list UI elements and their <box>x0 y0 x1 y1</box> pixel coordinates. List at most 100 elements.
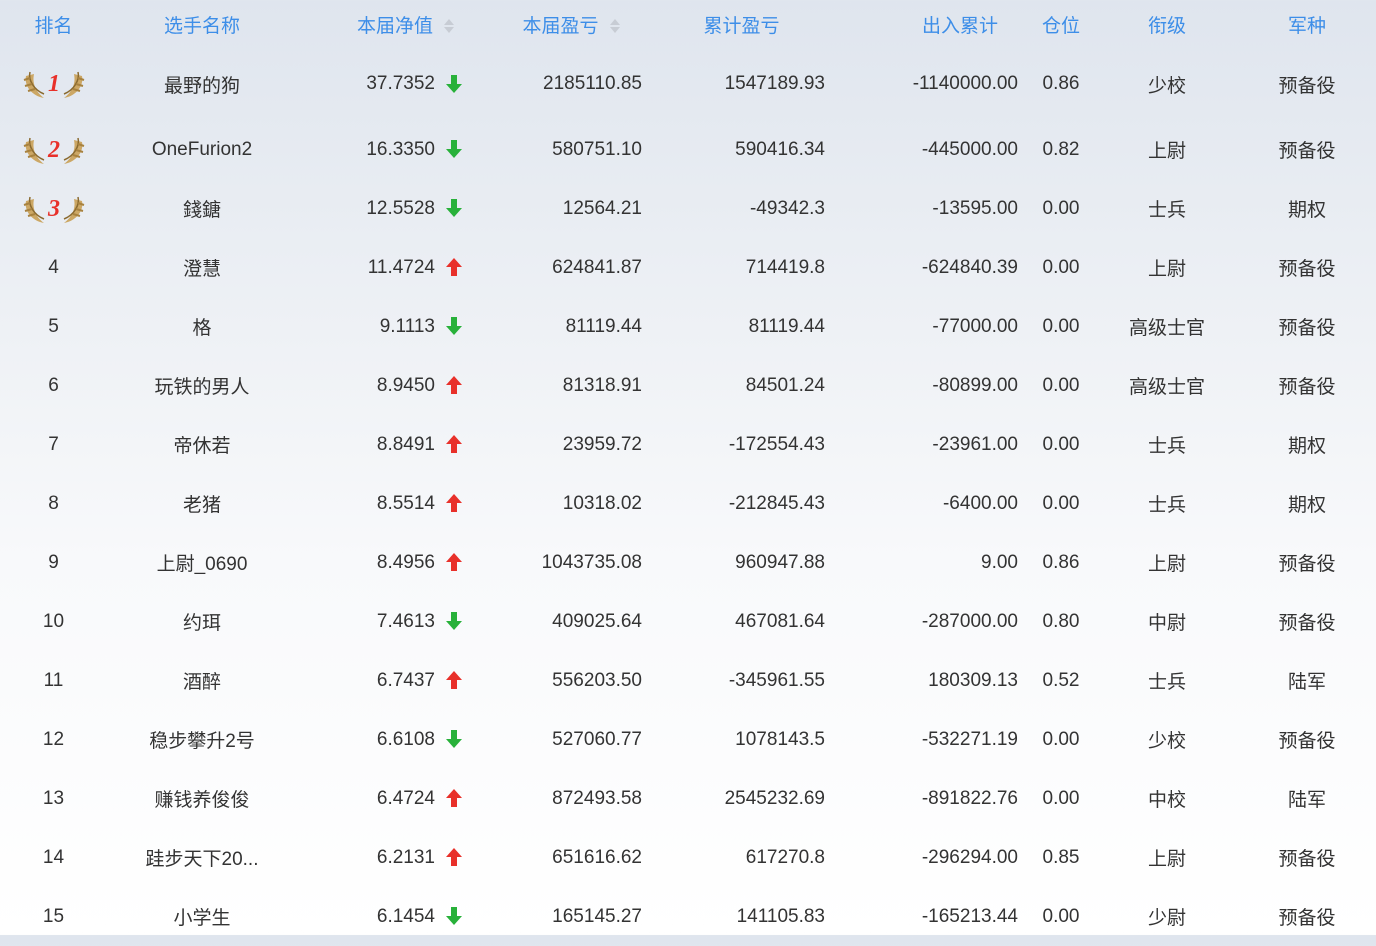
arrow-down-icon <box>445 74 465 94</box>
header-cum-profit[interactable]: 累计盈亏 <box>650 0 833 48</box>
header-grade[interactable]: 衔级 <box>1096 0 1238 48</box>
profit-cell: 624841.87 <box>552 256 642 278</box>
table-row: 10 约珥 7.4613 409025.64 467081.64 -287000… <box>0 592 1376 651</box>
profit-cell: 2185110.85 <box>543 73 642 94</box>
net-value: 6.1454 <box>376 905 435 927</box>
header-net-value[interactable]: 本届净值 <box>297 0 475 48</box>
rank-cell: 10 <box>42 610 65 632</box>
player-name[interactable]: 约珥 <box>107 592 297 651</box>
grade-cell: 高级士官 <box>1128 377 1205 398</box>
cum-io-cell: -891822.76 <box>921 787 1018 809</box>
net-value: 12.5528 <box>366 197 435 219</box>
rank-cell: 2 <box>0 120 107 179</box>
cum-io-cell: -445000.00 <box>921 138 1018 160</box>
profit-cell: 10318.02 <box>562 492 642 514</box>
cum-io-cell: -77000.00 <box>932 315 1018 337</box>
position-cell: 0.86 <box>1042 73 1080 94</box>
player-name[interactable]: 最野的狗 <box>107 48 297 120</box>
player-name[interactable]: OneFurion2 <box>107 120 297 179</box>
sort-icon[interactable] <box>443 17 455 35</box>
position-cell: 0.80 <box>1042 610 1080 632</box>
rank-cell: 14 <box>42 846 65 868</box>
profit-cell: 81119.44 <box>565 315 642 337</box>
position-cell: 0.00 <box>1042 256 1080 278</box>
grade-cell: 少校 <box>1147 75 1186 97</box>
net-value-cell: 16.3350 <box>297 120 475 179</box>
player-name[interactable]: 跬步天下20... <box>107 828 297 887</box>
grade-cell: 高级士官 <box>1128 318 1205 339</box>
laurel-medal-icon: 1 <box>22 64 86 104</box>
player-name[interactable]: 上尉_0690 <box>107 533 297 592</box>
rank-cell: 6 <box>48 374 59 396</box>
player-name[interactable]: 小学生 <box>107 887 297 946</box>
player-name[interactable]: 玩铁的男人 <box>107 356 297 415</box>
header-rank[interactable]: 排名 <box>0 0 107 48</box>
header-position[interactable]: 仓位 <box>1026 0 1096 48</box>
header-profit-label: 本届盈亏 <box>522 15 599 37</box>
net-value-cell: 7.4613 <box>297 592 475 651</box>
arrow-down-icon <box>445 906 465 926</box>
rank-cell: 15 <box>42 905 65 927</box>
cum-profit-cell: 84501.24 <box>745 374 825 396</box>
net-value-cell: 37.7352 <box>297 48 475 120</box>
table-row: 11 酒醉 6.7437 556203.50 -345961.55 180309… <box>0 651 1376 710</box>
table-row: 4 澄慧 11.4724 624841.87 714419.8 -624840.… <box>0 238 1376 297</box>
net-value: 8.8491 <box>376 433 435 455</box>
player-name[interactable]: 錢鎕 <box>107 179 297 238</box>
header-branch[interactable]: 军种 <box>1238 0 1376 48</box>
player-name[interactable]: 格 <box>107 297 297 356</box>
svg-text:2: 2 <box>47 137 60 163</box>
net-value: 6.2131 <box>376 846 435 868</box>
table-row: 13 赚钱养俊俊 6.4724 872493.58 2545232.69 -89… <box>0 769 1376 828</box>
table-row: 6 玩铁的男人 8.9450 81318.91 84501.24 -80899.… <box>0 356 1376 415</box>
grade-cell: 上尉 <box>1147 259 1186 280</box>
net-value-cell: 8.4956 <box>297 533 475 592</box>
cum-profit-cell: -172554.43 <box>728 433 825 455</box>
player-name[interactable]: 赚钱养俊俊 <box>107 769 297 828</box>
player-name[interactable]: 稳步攀升2号 <box>107 710 297 769</box>
cum-profit-cell: -345961.55 <box>728 669 825 691</box>
position-cell: 0.85 <box>1042 846 1080 868</box>
net-value: 8.4956 <box>376 551 435 573</box>
grade-cell: 上尉 <box>1147 141 1186 162</box>
header-name[interactable]: 选手名称 <box>107 0 297 48</box>
profit-cell: 556203.50 <box>552 669 642 691</box>
player-name[interactable]: 老猪 <box>107 474 297 533</box>
player-name[interactable]: 酒醉 <box>107 651 297 710</box>
player-name[interactable]: 澄慧 <box>107 238 297 297</box>
rank-cell: 1 <box>0 48 107 120</box>
position-cell: 0.00 <box>1042 492 1080 514</box>
table-row: 1 最野的狗 37.7352 2185110.85 1547189.93 -11… <box>0 48 1376 120</box>
table-row: 12 稳步攀升2号 6.6108 527060.77 1078143.5 -53… <box>0 710 1376 769</box>
grade-cell: 少尉 <box>1147 908 1186 929</box>
sort-icon[interactable] <box>609 17 621 35</box>
table-row: 14 跬步天下20... 6.2131 651616.62 617270.8 -… <box>0 828 1376 887</box>
net-value: 6.4724 <box>376 787 435 809</box>
cum-io-cell: -1140000.00 <box>912 73 1018 94</box>
arrow-up-icon <box>445 670 465 690</box>
header-profit[interactable]: 本届盈亏 <box>475 0 650 48</box>
position-cell: 0.00 <box>1042 197 1080 219</box>
header-cum-io[interactable]: 出入累计 <box>833 0 1026 48</box>
grade-cell: 上尉 <box>1147 849 1186 870</box>
net-value: 8.5514 <box>376 492 435 514</box>
profit-cell: 651616.62 <box>552 846 642 868</box>
rank-cell: 7 <box>48 433 59 455</box>
profit-cell: 527060.77 <box>552 728 642 750</box>
branch-cell: 预备役 <box>1278 75 1336 97</box>
rank-cell: 4 <box>48 256 59 278</box>
arrow-down-icon <box>445 139 465 159</box>
branch-cell: 期权 <box>1287 436 1326 457</box>
net-value-cell: 8.5514 <box>297 474 475 533</box>
branch-cell: 预备役 <box>1278 849 1336 870</box>
net-value-cell: 6.6108 <box>297 710 475 769</box>
net-value-cell: 9.1113 <box>297 297 475 356</box>
svg-text:3: 3 <box>47 196 60 222</box>
position-cell: 0.00 <box>1042 905 1080 927</box>
header-net-value-label: 本届净值 <box>356 15 433 37</box>
net-value: 6.7437 <box>376 669 435 691</box>
table-row: 15 小学生 6.1454 165145.27 141105.83 -16521… <box>0 887 1376 946</box>
laurel-medal-icon: 3 <box>22 189 86 229</box>
player-name[interactable]: 帝休若 <box>107 415 297 474</box>
profit-cell: 872493.58 <box>552 787 642 809</box>
